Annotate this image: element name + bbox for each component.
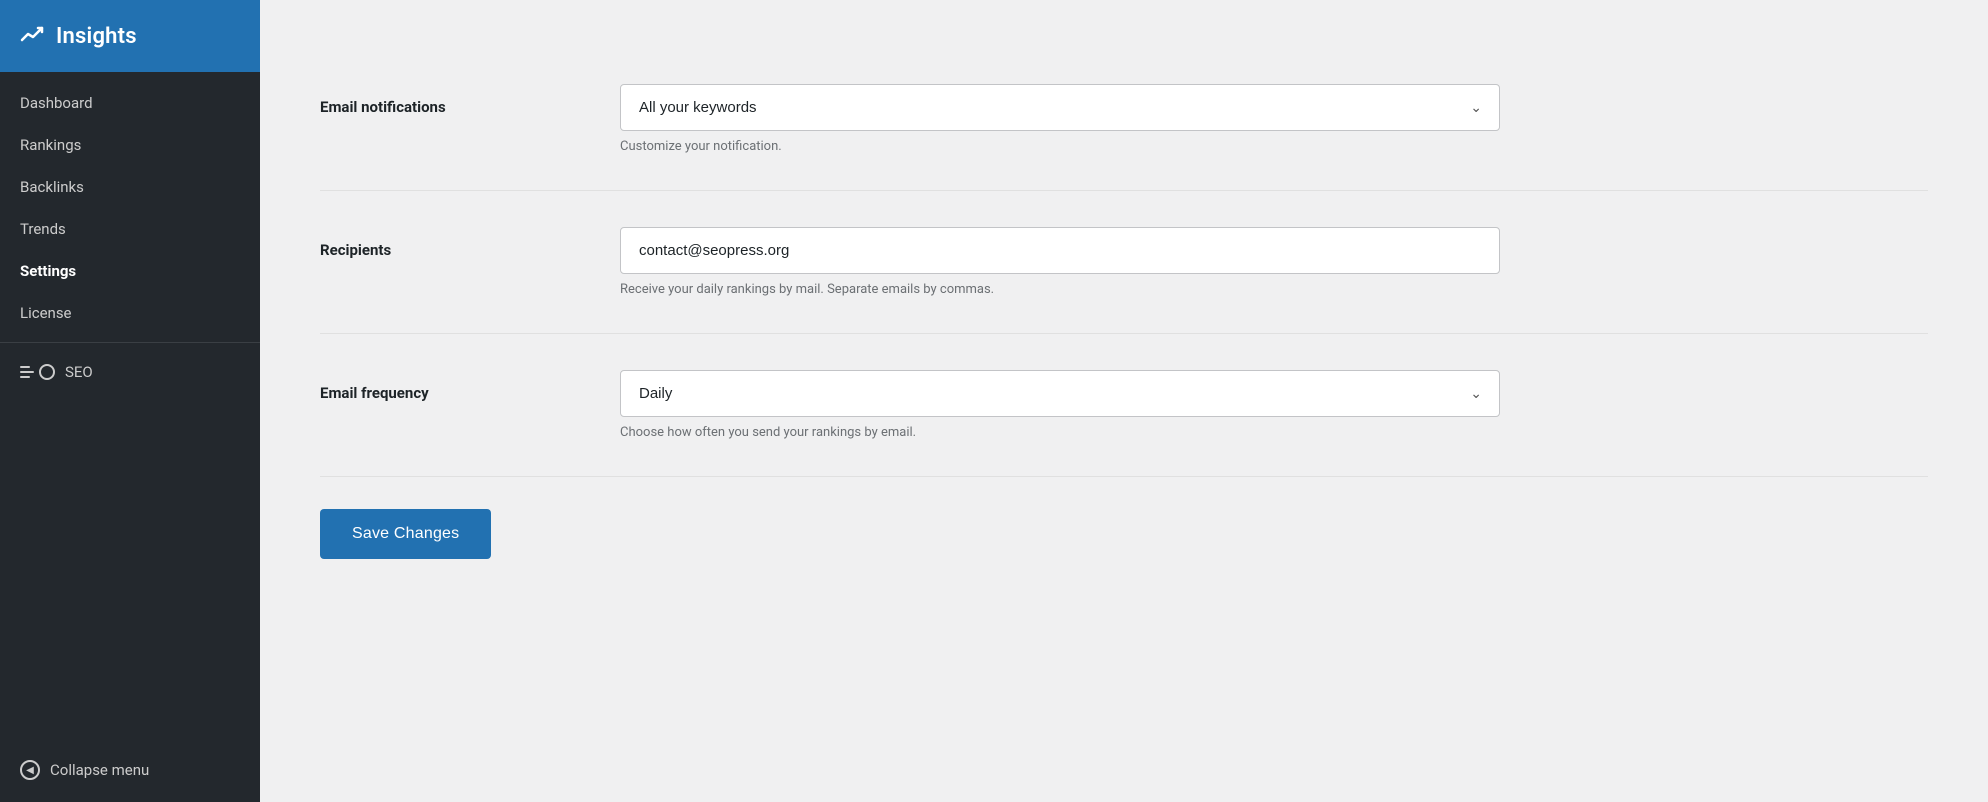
- email-frequency-field: Daily Weekly Monthly ⌄ Choose how often …: [620, 370, 1500, 440]
- email-notifications-hint: Customize your notification.: [620, 139, 1500, 154]
- collapse-label: Collapse menu: [50, 761, 149, 779]
- email-frequency-select-wrapper: Daily Weekly Monthly ⌄: [620, 370, 1500, 417]
- recipients-hint: Receive your daily rankings by mail. Sep…: [620, 282, 1500, 297]
- sidebar-item-backlinks[interactable]: Backlinks: [0, 166, 260, 208]
- sidebar-divider: [0, 342, 260, 343]
- sidebar-nav: Dashboard Rankings Backlinks Trends Sett…: [0, 72, 260, 802]
- email-frequency-label: Email frequency: [320, 370, 620, 402]
- email-frequency-row: Email frequency Daily Weekly Monthly ⌄ C…: [320, 334, 1928, 477]
- collapse-menu-item[interactable]: ◀ Collapse menu: [0, 748, 260, 792]
- sidebar-title: Insights: [56, 24, 137, 49]
- email-notifications-label: Email notifications: [320, 84, 620, 116]
- email-notifications-select-wrapper: All your keywords No notifications Custo…: [620, 84, 1500, 131]
- sidebar-header: Insights: [0, 0, 260, 72]
- seo-label: SEO: [65, 363, 93, 381]
- email-frequency-hint: Choose how often you send your rankings …: [620, 425, 1500, 440]
- sidebar-item-seo[interactable]: SEO: [0, 351, 260, 393]
- email-frequency-select[interactable]: Daily Weekly Monthly: [620, 370, 1500, 417]
- sidebar: Insights Dashboard Rankings Backlinks Tr…: [0, 0, 260, 802]
- email-notifications-field: All your keywords No notifications Custo…: [620, 84, 1500, 154]
- sidebar-item-license[interactable]: License: [0, 292, 260, 334]
- recipients-label: Recipients: [320, 227, 620, 259]
- email-notifications-select[interactable]: All your keywords No notifications Custo…: [620, 84, 1500, 131]
- collapse-arrow-icon: ◀: [20, 760, 40, 780]
- sidebar-item-trends[interactable]: Trends: [0, 208, 260, 250]
- recipients-row: Recipients Receive your daily rankings b…: [320, 191, 1928, 334]
- seo-icon: [20, 364, 55, 380]
- recipients-field: Receive your daily rankings by mail. Sep…: [620, 227, 1500, 297]
- sidebar-item-rankings[interactable]: Rankings: [0, 124, 260, 166]
- sidebar-item-settings[interactable]: Settings: [0, 250, 260, 292]
- recipients-input[interactable]: [620, 227, 1500, 274]
- email-notifications-row: Email notifications All your keywords No…: [320, 48, 1928, 191]
- chart-icon: [20, 22, 44, 50]
- main-content: Email notifications All your keywords No…: [260, 0, 1988, 802]
- save-button-row: Save Changes: [320, 477, 1928, 559]
- save-changes-button[interactable]: Save Changes: [320, 509, 491, 559]
- settings-section: Email notifications All your keywords No…: [320, 48, 1928, 559]
- sidebar-item-dashboard[interactable]: Dashboard: [0, 82, 260, 124]
